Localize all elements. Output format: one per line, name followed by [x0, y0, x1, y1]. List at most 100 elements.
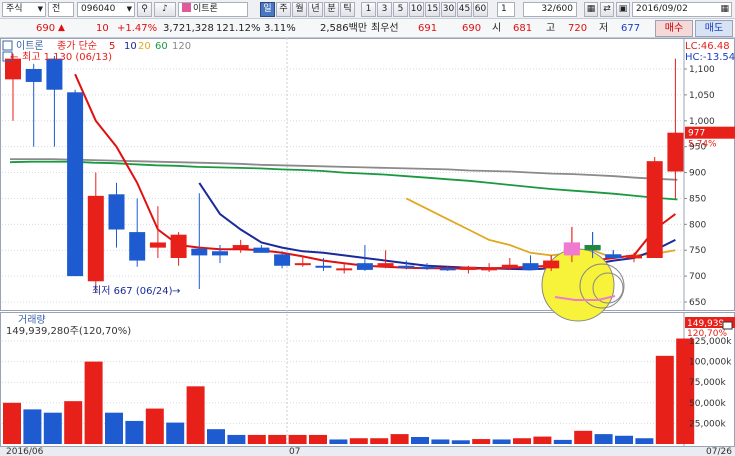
legend-ma-5: 5	[109, 41, 115, 52]
search-icon: ⚲	[141, 4, 148, 14]
volume-bar	[309, 434, 327, 444]
candle-body	[377, 263, 394, 267]
date-value: 2016/09/02	[636, 4, 688, 14]
period-button-2[interactable]: 월	[292, 2, 307, 17]
stock-name-field[interactable]: 이트론	[178, 2, 248, 17]
price-volume-chart[interactable]: 1,1001,0501,000950900850800750700650125,…	[0, 38, 735, 456]
type-select[interactable]: 전	[48, 2, 74, 17]
code-input[interactable]: 096040 ▼	[77, 2, 135, 17]
volume-bar	[451, 440, 470, 444]
volume-bar	[329, 439, 348, 444]
market-select-value: 주식	[6, 4, 23, 14]
volume-tick-label: 75,000k	[689, 378, 726, 388]
chevron-down-icon: ▼	[37, 5, 43, 13]
price-tick-label: 1,100	[689, 65, 715, 75]
period-button-0[interactable]: 일	[260, 2, 275, 17]
legend-ma-10: 10	[124, 41, 137, 52]
best-quote-label: 최우선	[371, 23, 399, 34]
date-axis-bar	[0, 447, 735, 456]
legend-ma-label: 종가 단순	[57, 40, 97, 52]
candle-body	[232, 245, 249, 249]
candle-body	[501, 264, 518, 269]
volume-bar	[166, 422, 185, 444]
save-button[interactable]: ▣	[616, 2, 630, 17]
legend-stock-name: 이트론	[16, 40, 44, 52]
open-label: 시	[492, 23, 502, 34]
price-tick-label: 1,050	[689, 91, 715, 101]
hc-label: HC:-13.54	[685, 52, 735, 63]
volume-bar	[105, 412, 123, 444]
sell-button[interactable]: 매도	[695, 20, 733, 37]
chevron-down-icon: ▼	[126, 5, 132, 13]
interval-button-5[interactable]: 5	[393, 2, 408, 17]
period-button-1[interactable]: 주	[276, 2, 291, 17]
interval-select[interactable]: 1	[497, 2, 515, 17]
best-bid: 690	[462, 23, 482, 34]
grid-button[interactable]: ▦	[584, 2, 598, 17]
best-ask: 691	[418, 23, 438, 34]
high-annotation: 최고 1,130 (06/13)	[22, 51, 112, 63]
volume-bar	[411, 436, 429, 444]
volume-bar	[390, 434, 409, 444]
candle-body	[481, 268, 498, 271]
interval-button-15[interactable]: 15	[425, 2, 440, 17]
volume-bar	[23, 409, 42, 444]
volume-bar	[370, 438, 389, 444]
volume-tick-label: 25,000k	[689, 419, 726, 429]
price-tick-label: 850	[689, 194, 706, 204]
candle-body	[398, 265, 415, 268]
stock-name: 이트론	[193, 4, 218, 14]
candle-body	[315, 265, 332, 268]
volume: 3,721,328	[163, 23, 214, 34]
low-annotation: 최저 667 (06/24)	[92, 285, 173, 297]
period-button-4[interactable]: 분	[324, 2, 339, 17]
volume-bar	[43, 412, 62, 444]
volume-bar	[553, 439, 572, 444]
lc-label: LC:46.48	[685, 41, 730, 52]
last-volume-pct: 120,70%	[687, 329, 727, 339]
interval-button-10[interactable]: 10	[409, 2, 424, 17]
high-price: 720	[568, 23, 588, 34]
date-label-month: 07	[289, 447, 300, 456]
volume-bar	[513, 438, 531, 444]
market-select[interactable]: 주식 ▼	[2, 2, 46, 17]
volume-bar	[594, 434, 613, 444]
period-button-5[interactable]: 틱	[340, 2, 355, 17]
legend-ma-60: 60	[155, 41, 168, 52]
last-volume-label: 149,939	[687, 319, 724, 329]
date-field[interactable]: 2016/09/02 ▦	[632, 2, 732, 17]
candle-body	[646, 161, 663, 258]
sound-button[interactable]: ♪	[154, 2, 176, 17]
candle-body	[626, 255, 642, 259]
trade-amount: 2,586백만	[320, 23, 368, 34]
volume-bar	[349, 438, 368, 444]
interval-button-3[interactable]: 3	[377, 2, 392, 17]
candle-body	[129, 232, 146, 261]
price-change: 10	[96, 23, 109, 34]
candle-body	[108, 194, 125, 230]
turnover: 3.11%	[264, 23, 296, 34]
interval-button-30[interactable]: 30	[441, 2, 456, 17]
candle-body	[439, 268, 456, 271]
interval-button-1[interactable]: 1	[361, 2, 376, 17]
speaker-icon: ♪	[162, 4, 168, 14]
buy-button[interactable]: 매수	[655, 20, 693, 37]
search-button[interactable]: ⚲	[137, 2, 152, 17]
compare-button[interactable]: ⇄	[600, 2, 614, 17]
stock-flag-icon	[182, 3, 191, 12]
candle-body	[87, 195, 104, 282]
last-price-label: 977	[688, 129, 705, 139]
volume-bar	[186, 386, 205, 444]
legend-ma-20: 20	[138, 41, 151, 52]
period-button-3[interactable]: 년	[308, 2, 323, 17]
interval-button-60[interactable]: 60	[473, 2, 488, 17]
count-display[interactable]: 32/600	[523, 2, 577, 17]
volume-title: 거래량	[18, 314, 46, 326]
interval-button-45[interactable]: 45	[457, 2, 472, 17]
price-tick-label: 650	[689, 298, 706, 308]
candle-body	[253, 247, 270, 253]
volume-bar	[64, 401, 83, 444]
calendar-icon: ▦	[720, 4, 729, 14]
volume-bar	[268, 434, 287, 444]
volume-bar	[3, 402, 21, 444]
